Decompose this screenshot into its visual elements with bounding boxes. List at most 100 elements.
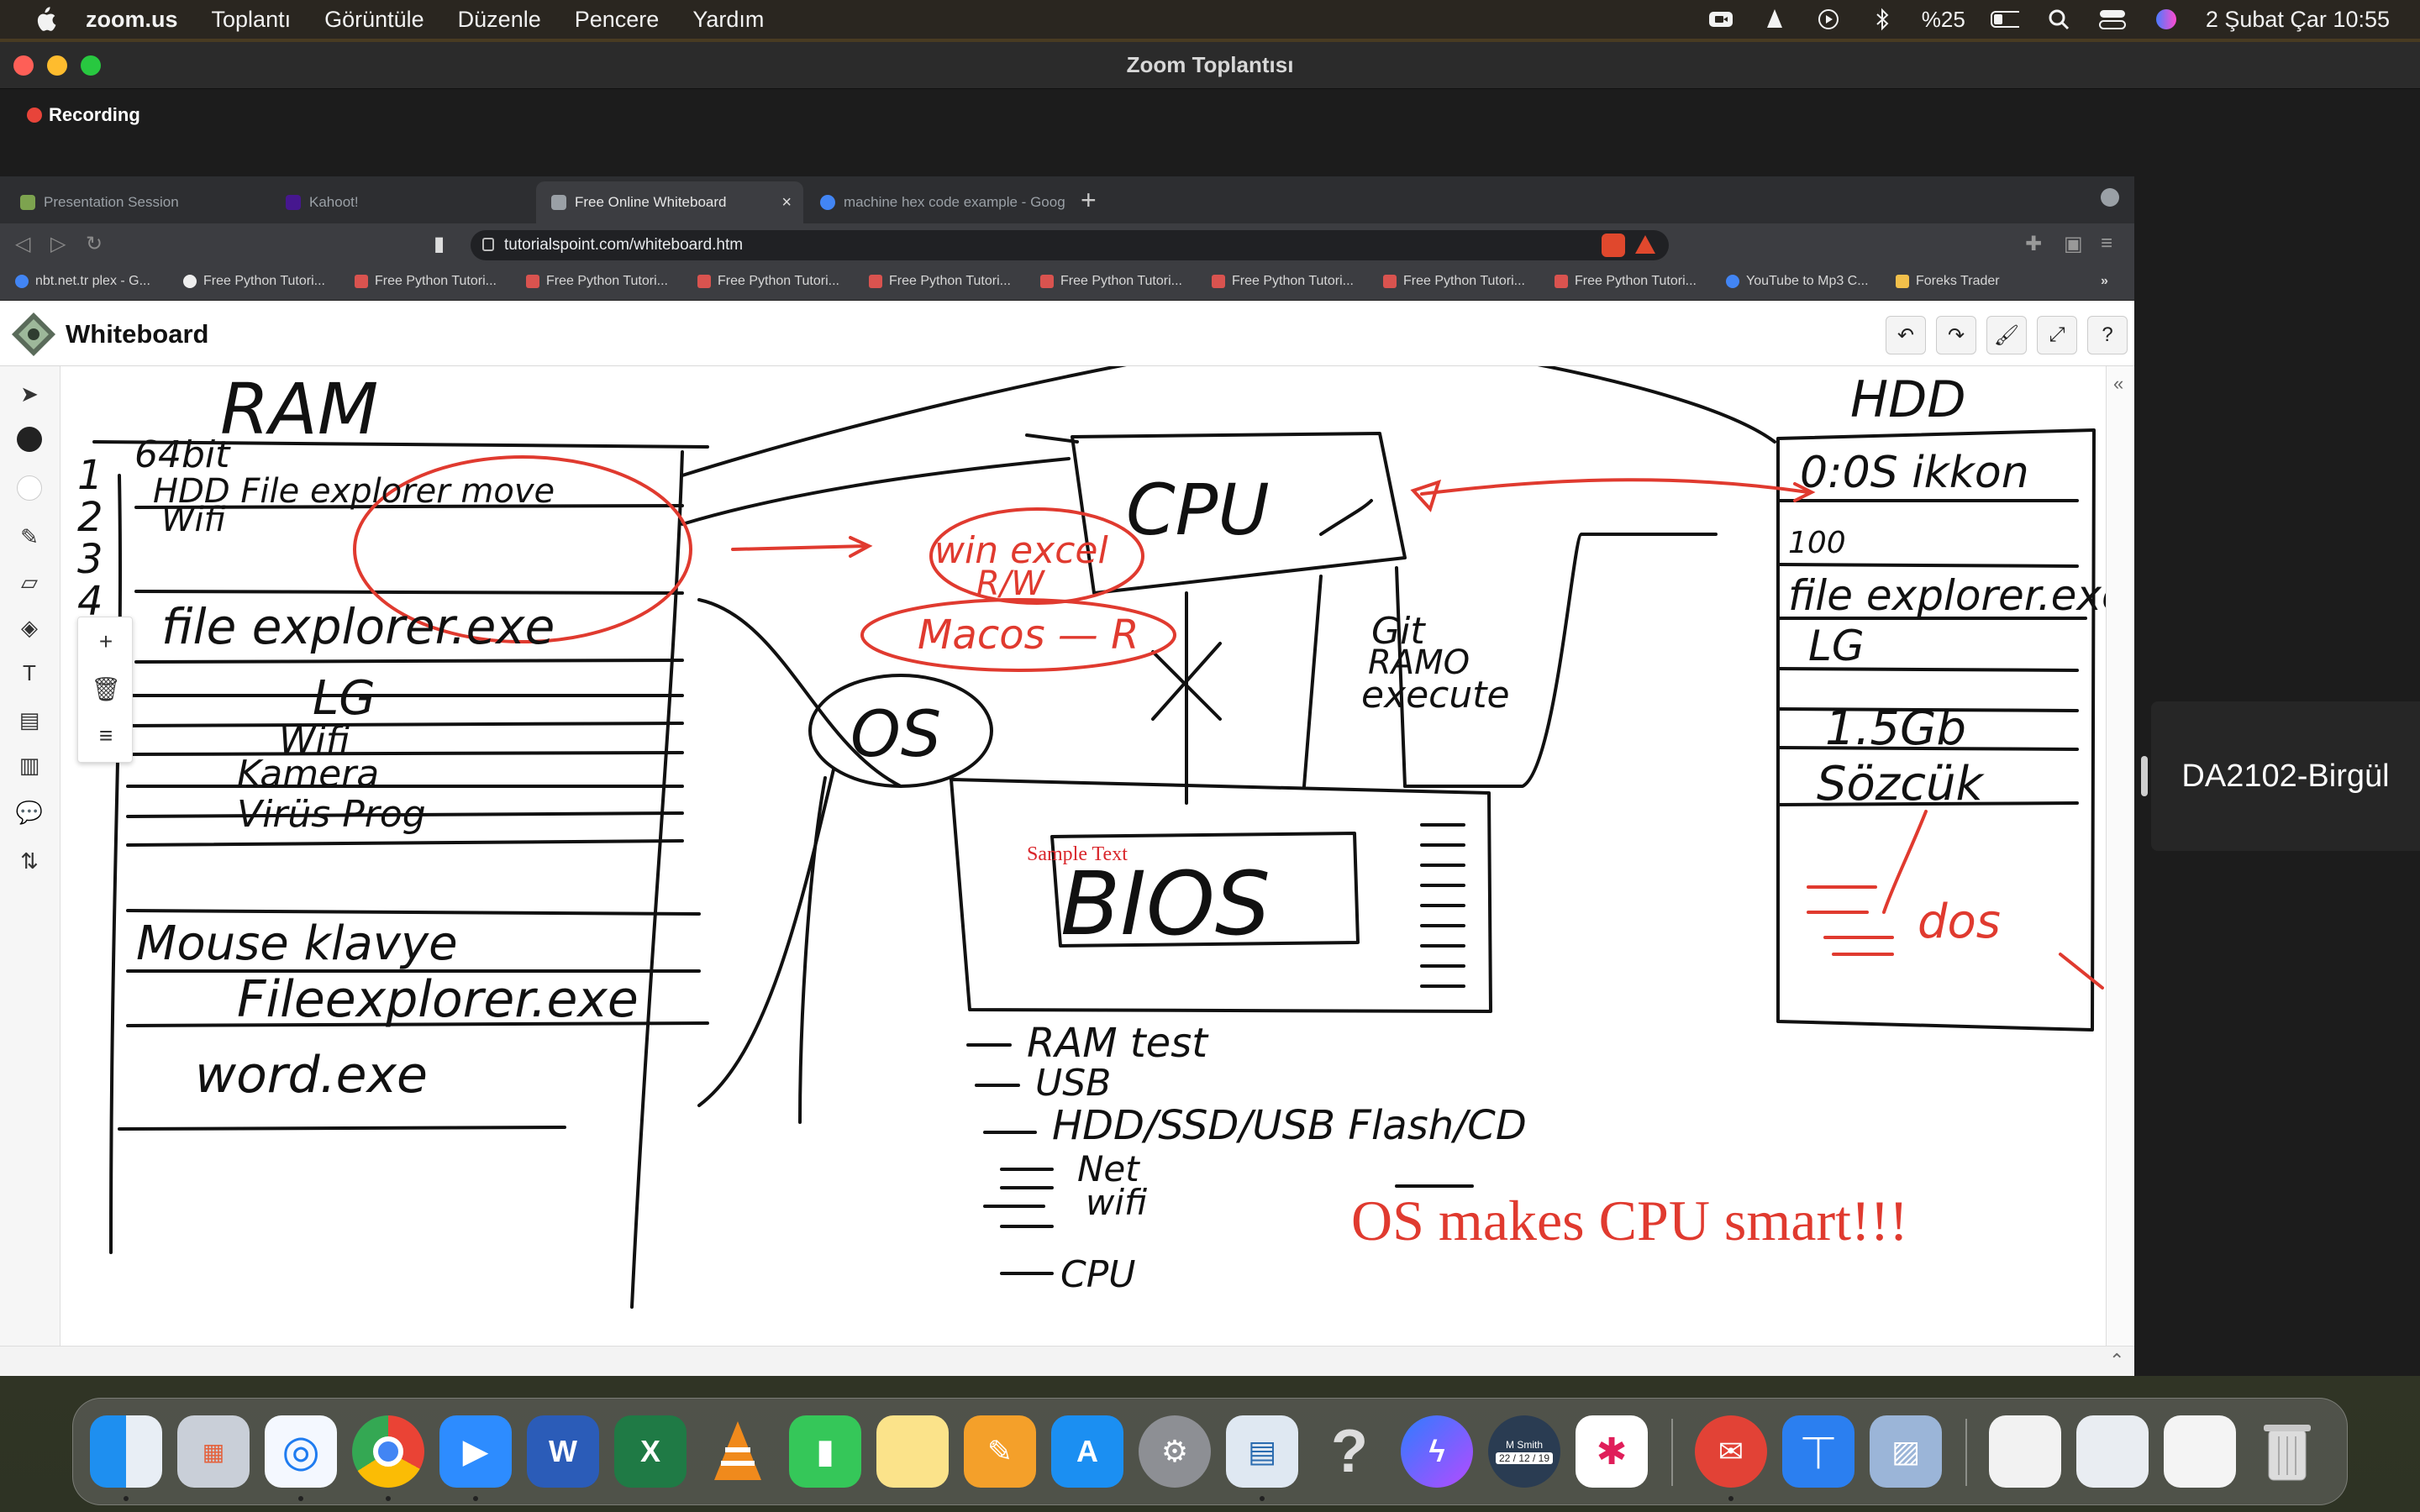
select-pointer-icon[interactable]: ➤ <box>8 375 50 413</box>
bookmark-item[interactable]: YouTube to Mp3 C... <box>1726 274 1869 289</box>
safari-icon[interactable]: ◎ <box>265 1415 337 1488</box>
browser-menu-icon[interactable]: ≡ <box>2101 232 2112 255</box>
document-thumbnail-icon[interactable] <box>1989 1415 2061 1488</box>
help-button[interactable]: ? <box>2087 316 2128 354</box>
participant-tile[interactable]: DA2102-Birgül <box>2151 701 2420 851</box>
zoom-icon[interactable]: ▶ <box>439 1415 512 1488</box>
trash-icon[interactable]: 🗑 <box>87 669 125 708</box>
system-preferences-icon[interactable]: ⚙ <box>1139 1415 1211 1488</box>
hw-lg: LG <box>313 671 376 726</box>
slack-icon[interactable]: ✱ <box>1576 1415 1648 1488</box>
back-icon[interactable]: ◁ <box>15 232 30 256</box>
bookmark-item[interactable]: Free Python Tutori... <box>183 274 325 289</box>
apple-icon[interactable] <box>32 4 57 34</box>
printer-icon[interactable]: ▤ <box>1226 1415 1298 1488</box>
zoom-camera-icon[interactable] <box>1707 7 1735 32</box>
excel-icon[interactable]: X <box>614 1415 687 1488</box>
messenger-icon[interactable]: ϟ <box>1401 1415 1473 1488</box>
control-center-icon[interactable] <box>2098 7 2127 32</box>
text-tool-icon[interactable]: T <box>8 654 50 692</box>
collapse-left-icon[interactable]: « <box>2113 373 2123 395</box>
vlc-app-icon[interactable] <box>702 1415 774 1488</box>
bookmark-item[interactable]: Free Python Tutori... <box>1383 274 1525 289</box>
color-black-button[interactable] <box>8 420 50 459</box>
keynote-icon[interactable]: ⏉ <box>1782 1415 1854 1488</box>
notes-icon[interactable] <box>876 1415 949 1488</box>
bookmark-item[interactable]: Free Python Tutori... <box>526 274 668 289</box>
menu-toplanti[interactable]: Toplantı <box>212 7 292 33</box>
chrome-icon[interactable] <box>352 1415 424 1488</box>
battery-icon[interactable] <box>1990 7 2019 32</box>
extensions-icon[interactable]: ✚ <box>2025 232 2042 256</box>
vlc-icon[interactable] <box>1760 7 1789 32</box>
siri-icon[interactable] <box>2152 7 2181 32</box>
bookmark-label: Free Python Tutori... <box>718 274 839 288</box>
downloads-stack-icon[interactable] <box>2076 1415 2149 1488</box>
bookmark-item[interactable]: Free Python Tutori... <box>1555 274 1697 289</box>
menu-duzenle[interactable]: Düzenle <box>458 7 541 33</box>
app-name-menu[interactable]: zoom.us <box>86 7 178 33</box>
undo-button[interactable]: ↶ <box>1886 316 1926 354</box>
bookmark-item[interactable]: Free Python Tutori... <box>869 274 1011 289</box>
tutorialspoint-logo-icon[interactable] <box>10 311 57 358</box>
tab-close-icon[interactable]: × <box>781 193 792 213</box>
pencil-icon[interactable]: ✎ <box>8 517 50 556</box>
tab-free-online-whiteboard[interactable]: Free Online Whiteboard × <box>536 181 803 223</box>
image-icon[interactable]: ▤ <box>8 701 50 739</box>
recording-indicator[interactable]: Recording <box>27 104 140 126</box>
calendar-widget-icon[interactable]: M Smith 22 / 12 / 19 <box>1488 1415 1560 1488</box>
reload-icon[interactable]: ↻ <box>86 232 103 256</box>
running-indicator <box>124 1496 129 1501</box>
clock[interactable]: 2 Şubat Çar 10:55 <box>2206 7 2390 33</box>
bookmark-item[interactable]: Free Python Tutori... <box>355 274 497 289</box>
redo-button[interactable]: ↷ <box>1936 316 1976 354</box>
forward-icon[interactable]: ▷ <box>50 232 66 256</box>
color-white-button[interactable] <box>8 469 50 507</box>
import-export-icon[interactable]: ⇅ <box>8 842 50 880</box>
search-icon[interactable] <box>2044 7 2073 32</box>
word-icon[interactable]: W <box>527 1415 599 1488</box>
menu-pencere[interactable]: Pencere <box>575 7 660 33</box>
play-icon[interactable] <box>1814 7 1843 32</box>
bookmark-item[interactable]: Free Python Tutori... <box>1212 274 1354 289</box>
menu-lines-icon[interactable]: ≡ <box>87 717 125 755</box>
clear-brush-button[interactable]: 🖌 <box>1986 316 2027 354</box>
bookmark-item[interactable]: Free Python Tutori... <box>697 274 839 289</box>
bookmark-item[interactable]: nbt.net.tr plex - G... <box>15 274 150 289</box>
facetime-icon[interactable]: ▮ <box>789 1415 861 1488</box>
finder-icon[interactable] <box>90 1415 162 1488</box>
menu-goruntule[interactable]: Görüntüle <box>324 7 424 33</box>
pages-icon[interactable]: ✎ <box>964 1415 1036 1488</box>
brave-rewards-icon[interactable] <box>1635 235 1655 254</box>
launchpad-icon[interactable]: ▦ <box>177 1415 250 1488</box>
address-bar[interactable]: tutorialspoint.com/whiteboard.htm <box>471 230 1669 260</box>
bookmark-item[interactable]: Foreks Trader <box>1896 274 2000 289</box>
tab-kahoot[interactable]: Kahoot! <box>271 181 531 223</box>
wallet-icon[interactable]: ▣ <box>2064 232 2083 256</box>
documents-stack-icon[interactable] <box>2164 1415 2236 1488</box>
whiteboard-canvas[interactable]: RAM 64bit HDD File explorer move Wifi 1 … <box>60 366 2106 1346</box>
tab-search-icon[interactable] <box>2101 188 2119 207</box>
fullscreen-button[interactable]: ⤢ <box>2037 316 2077 354</box>
question-mark-icon[interactable]: ? <box>1313 1415 1386 1488</box>
more-bookmarks-icon[interactable]: » <box>2101 274 2108 289</box>
tab-presentation-session[interactable]: Presentation Session <box>5 181 266 223</box>
panel-resize-handle[interactable] <box>2141 756 2148 796</box>
bookmark-icon[interactable]: ▮ <box>434 232 445 256</box>
comment-icon[interactable]: 💬 <box>8 793 50 832</box>
expand-up-icon[interactable]: ⌃ <box>2109 1350 2124 1372</box>
eraser-icon[interactable]: ▱ <box>8 563 50 601</box>
trash-bin-icon[interactable] <box>2251 1415 2323 1488</box>
bookmark-item[interactable]: Free Python Tutori... <box>1040 274 1182 289</box>
new-tab-icon[interactable]: + <box>1081 185 1097 216</box>
shapes-icon[interactable]: ◈ <box>8 608 50 647</box>
mail-icon[interactable]: ✉ <box>1695 1415 1767 1488</box>
add-icon[interactable]: + <box>87 622 125 661</box>
brave-shield-icon[interactable] <box>1602 234 1625 257</box>
image-upload-icon[interactable]: ▥ <box>8 746 50 785</box>
preview-icon[interactable]: ▨ <box>1870 1415 1942 1488</box>
menu-yardim[interactable]: Yardım <box>692 7 764 33</box>
app-store-icon[interactable]: A <box>1051 1415 1123 1488</box>
tab-google-search[interactable]: machine hex code example - Goog <box>805 181 1072 223</box>
bluetooth-icon[interactable] <box>1868 7 1897 32</box>
